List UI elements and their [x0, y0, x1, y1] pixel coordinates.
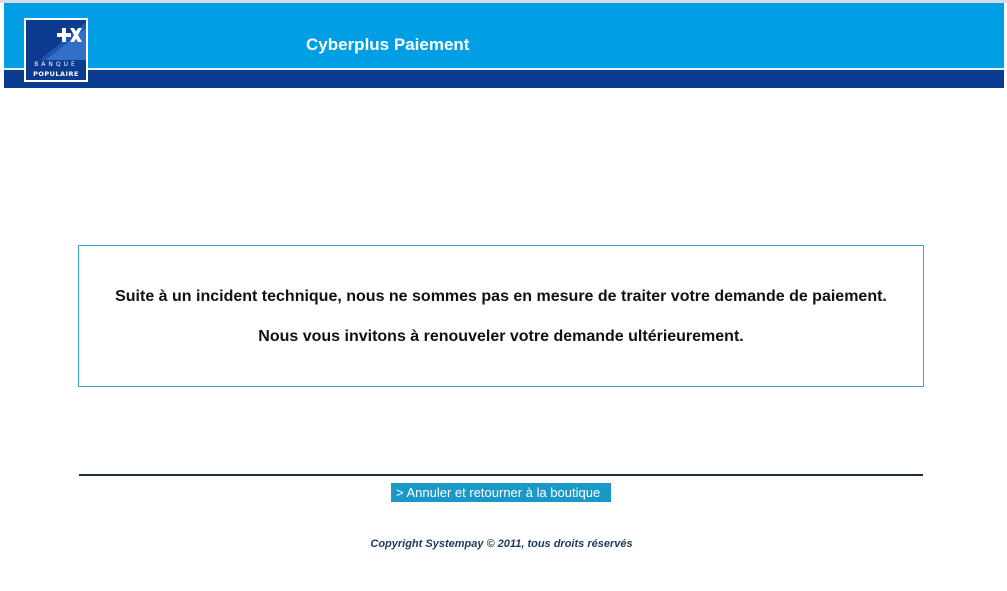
error-message-box: Suite à un incident technique, nous ne s… — [78, 245, 924, 387]
copyright-text: Copyright Systempay © 2011, tous droits … — [370, 538, 633, 550]
logo-tile: BANQUE POPULAIRE — [26, 20, 86, 80]
logo-text-banque: BANQUE — [34, 61, 78, 68]
header-band — [4, 70, 1004, 88]
logo-text-populaire: POPULAIRE — [33, 70, 79, 78]
logo-mark-icon — [40, 22, 86, 60]
header-banner — [4, 3, 1004, 68]
banque-populaire-logo: BANQUE POPULAIRE — [24, 18, 88, 82]
footer-divider — [79, 474, 923, 476]
error-message-line-2: Nous vous invitons à renouveler votre de… — [258, 328, 744, 345]
error-message-line-1: Suite à un incident technique, nous ne s… — [115, 288, 887, 305]
page-title: Cyberplus Paiement — [306, 35, 470, 54]
page-header: BANQUE POPULAIRE Cyberplus Paiement — [4, 3, 1004, 88]
cancel-return-to-shop-button[interactable]: > Annuler et retourner à la boutique — [391, 483, 611, 502]
